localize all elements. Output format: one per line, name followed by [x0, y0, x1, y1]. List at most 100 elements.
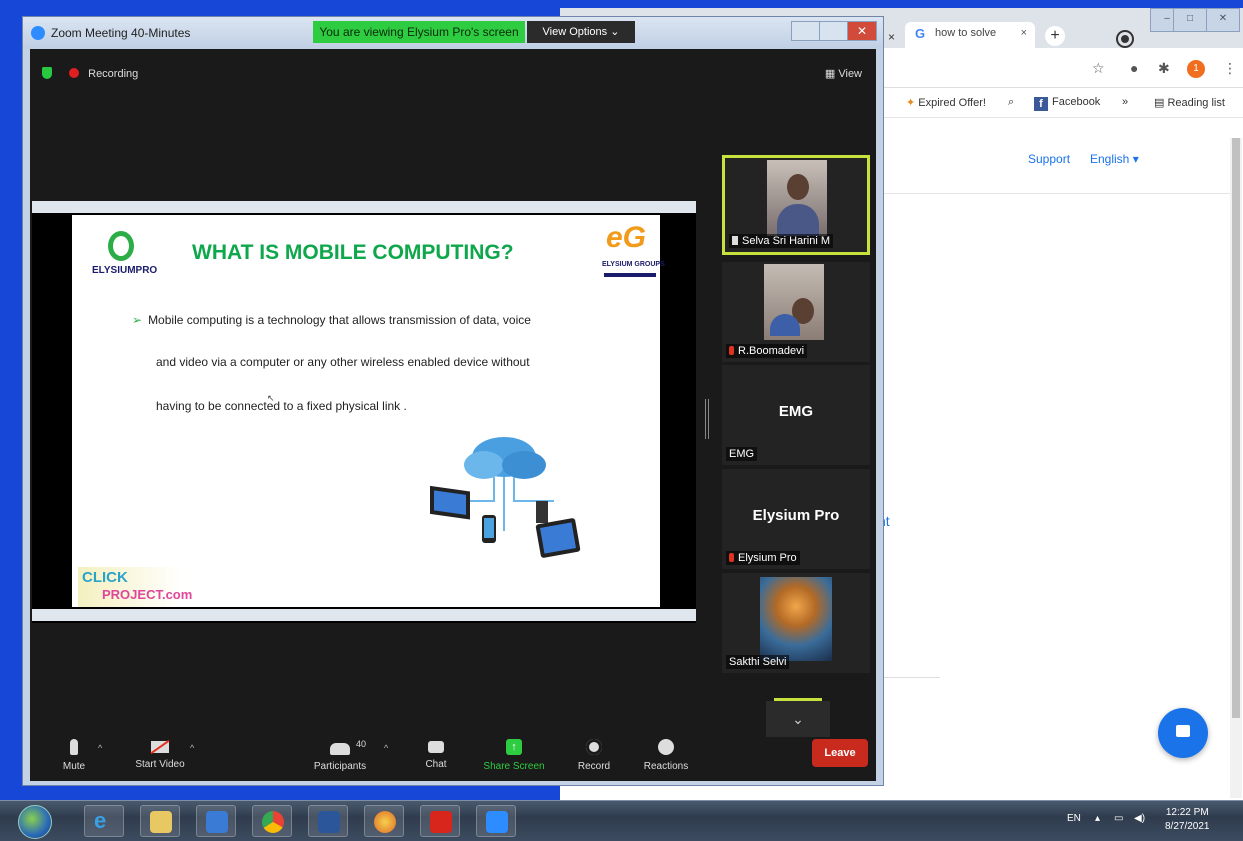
star-icon[interactable]: ☆ — [1092, 60, 1105, 77]
minimize-button[interactable] — [791, 21, 821, 41]
recording-label: Recording — [88, 68, 139, 80]
maximize-button[interactable]: □ — [1173, 8, 1207, 32]
shield-icon[interactable] — [42, 67, 52, 79]
chat-label: Chat — [425, 759, 447, 770]
taskbar-media-player[interactable] — [196, 805, 236, 837]
taskbar-zoom[interactable] — [476, 805, 516, 837]
volume-icon[interactable]: ◀) — [1134, 813, 1145, 824]
participant-tile[interactable]: Elysium Pro Elysium Pro — [722, 469, 870, 569]
participant-tile[interactable]: R.Boomadevi — [722, 262, 870, 362]
tray-arrow-icon[interactable]: ▴ — [1095, 813, 1100, 824]
participant-display-name: EMG — [778, 403, 814, 420]
meeting-toolbar: Mute ^ Start Video ^ Participants 40 ^ C… — [30, 739, 876, 781]
view-button[interactable]: ▦ View — [825, 67, 862, 80]
extension-icon[interactable]: ● — [1130, 60, 1138, 76]
splitter-handle[interactable] — [705, 399, 709, 439]
menu-icon[interactable]: ⋮ — [1223, 60, 1237, 77]
participant-name: Elysium Pro — [726, 551, 800, 565]
reactions-label: Reactions — [643, 761, 689, 772]
taskbar-internet-explorer[interactable]: e — [84, 805, 124, 837]
tab-close-icon[interactable]: × — [888, 30, 895, 44]
divider — [880, 677, 940, 678]
participant-count: 40 — [356, 739, 367, 749]
google-icon: G — [915, 26, 926, 41]
taskbar-word[interactable] — [308, 805, 348, 837]
elysium-groups-logo-mark: eG — [606, 221, 647, 254]
reading-list-icon: ▤ — [1154, 97, 1168, 109]
page-scrollbar[interactable] — [1230, 138, 1242, 798]
elysium-groups-logo: eG ELYSIUM GROUPS — [602, 221, 665, 283]
taskbar-chrome[interactable] — [252, 805, 292, 837]
language-select[interactable]: English ▾ — [1090, 152, 1139, 166]
participant-display-name: Elysium Pro — [752, 507, 840, 524]
scroll-down-button[interactable]: ⌄ — [766, 698, 830, 737]
record-button[interactable]: Record — [554, 739, 634, 772]
mic-muted-icon — [729, 346, 734, 355]
elysium-groups-logo-text: ELYSIUM GROUPS — [602, 261, 665, 268]
reading-list[interactable]: ▤ Reading list — [1154, 96, 1225, 109]
new-tab-button[interactable]: + — [1045, 26, 1065, 46]
audio-options-caret[interactable]: ^ — [98, 743, 102, 753]
participant-tile[interactable]: EMG EMG — [722, 365, 870, 465]
slide-line-2: and video via a computer or any other wi… — [156, 355, 530, 369]
participants-button[interactable]: Participants — [300, 739, 380, 772]
chat-button[interactable]: Chat — [396, 739, 476, 770]
participant-video — [767, 160, 827, 236]
participant-name: R.Boomadevi — [726, 344, 808, 358]
extension-badge[interactable]: 1 — [1187, 60, 1205, 78]
smiley-icon — [658, 739, 674, 755]
bookmark-expired-offer[interactable]: ✦ Expired Offer! — [906, 96, 986, 109]
record-label: Record — [577, 761, 611, 772]
zoom-icon — [486, 811, 508, 833]
elysiumpro-logo-mark — [108, 231, 134, 261]
bookmark-label: Expired Offer! — [918, 97, 986, 109]
search-icon[interactable]: ⌕ — [1008, 96, 1014, 109]
bookmarks-more[interactable]: » — [1122, 96, 1128, 108]
profile-icon[interactable] — [1118, 32, 1132, 46]
maximize-button[interactable] — [819, 21, 849, 41]
participant-body — [770, 314, 800, 336]
support-link[interactable]: Support — [1028, 152, 1070, 166]
pin-icon — [732, 236, 738, 245]
taskbar-paint[interactable] — [364, 805, 404, 837]
chat-icon — [428, 741, 444, 753]
bookmark-label: Facebook — [1052, 96, 1101, 108]
bullet-arrow-icon: ➢ — [132, 313, 143, 327]
start-button[interactable] — [18, 805, 52, 839]
meeting-area: Recording ▦ View ELYSIUMPRO WHAT IS MOBI… — [30, 49, 876, 781]
leave-button[interactable]: Leave — [812, 739, 868, 767]
start-video-button[interactable]: Start Video — [120, 739, 200, 770]
taskbar-file-explorer[interactable] — [140, 805, 180, 837]
chat-widget-button[interactable] — [1158, 708, 1208, 758]
participant-tile[interactable]: Selva Sri Harini M — [722, 155, 870, 255]
puzzle-icon[interactable]: ✱ — [1158, 60, 1170, 77]
slide-text: Mobile computing is a technology that al… — [148, 313, 531, 327]
close-button[interactable]: ✕ — [847, 21, 877, 41]
chrome-tab[interactable]: G how to solve × — [905, 22, 1035, 48]
active-indicator — [774, 698, 822, 701]
reactions-button[interactable]: Reactions — [626, 739, 706, 772]
chevron-down-icon: ⌄ — [792, 711, 804, 727]
folder-icon — [150, 811, 172, 833]
participant-avatar-image — [760, 577, 832, 661]
slide-line-3: having to be connected to a fixed physic… — [156, 399, 407, 413]
bookmark-facebook[interactable]: f Facebook — [1034, 96, 1100, 111]
network-icon[interactable]: ▭ — [1114, 813, 1123, 824]
close-button[interactable]: ✕ — [1206, 8, 1240, 32]
participants-options-caret[interactable]: ^ — [384, 743, 388, 753]
participant-tile[interactable]: Sakthi Selvi — [722, 573, 870, 673]
scroll-thumb[interactable] — [1232, 138, 1240, 718]
video-options-caret[interactable]: ^ — [190, 743, 194, 753]
clock-date: 8/27/2021 — [1165, 821, 1210, 832]
tab-close-icon[interactable]: × — [1021, 27, 1027, 39]
chrome-icon — [262, 811, 284, 833]
share-screen-button[interactable]: ↑ Share Screen — [474, 739, 554, 772]
viewing-banner: You are viewing Elysium Pro's screen — [313, 21, 525, 43]
taskbar-acrobat[interactable] — [420, 805, 460, 837]
zoom-window: Zoom Meeting 40-Minutes You are viewing … — [22, 16, 884, 786]
facebook-icon: f — [1034, 97, 1048, 111]
view-options-button[interactable]: View Options ⌄ — [527, 21, 635, 43]
language-indicator[interactable]: EN — [1067, 813, 1081, 824]
system-clock[interactable]: 12:22 PM 8/27/2021 — [1165, 806, 1210, 834]
start-video-label: Start Video — [135, 759, 185, 770]
